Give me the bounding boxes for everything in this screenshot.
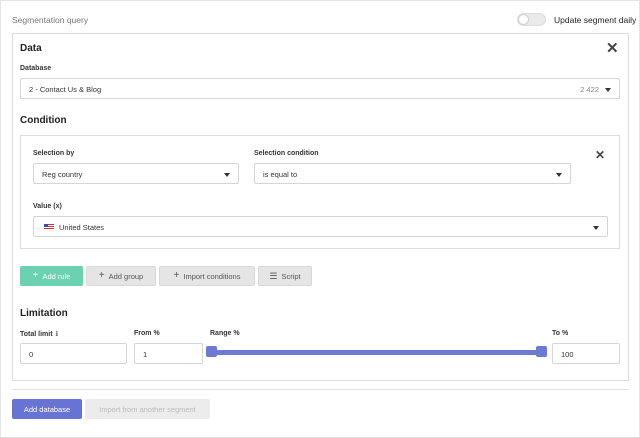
- from-percent-label: From %: [134, 330, 160, 337]
- chevron-down-icon: [224, 173, 230, 177]
- database-select[interactable]: 2 - Contact Us & Blog 2 422: [20, 78, 620, 99]
- plus-icon: +: [98, 270, 105, 281]
- add-group-label: Add group: [108, 271, 144, 281]
- remove-rule-icon[interactable]: ✕: [595, 149, 605, 161]
- add-rule-label: Add rule: [42, 271, 71, 281]
- toggle-knob: [518, 14, 529, 25]
- range-slider-from-handle[interactable]: [206, 346, 217, 357]
- chevron-down-icon: [593, 226, 599, 230]
- total-limit-value: 0: [29, 350, 34, 359]
- update-daily-label: Update segment daily: [554, 15, 637, 25]
- import-conditions-label: Import conditions: [183, 271, 241, 281]
- value-value: United States: [59, 223, 105, 232]
- add-rule-button[interactable]: + Add rule: [20, 266, 83, 286]
- import-conditions-button[interactable]: + Import conditions: [159, 266, 255, 286]
- selection-by-select[interactable]: Reg country: [33, 163, 239, 184]
- total-limit-label: Total limit ℹ: [20, 331, 59, 338]
- close-icon[interactable]: ✕: [606, 41, 619, 56]
- condition-rule-box: Selection by Reg country Selection condi…: [20, 135, 620, 249]
- from-percent-input[interactable]: 1: [134, 343, 203, 364]
- selection-condition-value: is equal to: [263, 170, 298, 179]
- script-button[interactable]: ☰ Script: [258, 266, 312, 286]
- add-database-button[interactable]: Add database: [12, 399, 82, 419]
- total-limit-input[interactable]: 0: [20, 343, 127, 364]
- us-flag-icon: [44, 224, 54, 230]
- query-panel: Data ✕ Database 2 - Contact Us & Blog 2 …: [12, 33, 629, 381]
- limitation-section-title: Limitation: [20, 308, 68, 319]
- update-daily-toggle[interactable]: [517, 13, 546, 26]
- info-icon[interactable]: ℹ: [56, 331, 59, 338]
- chevron-down-icon: [556, 173, 562, 177]
- data-section-title: Data: [20, 43, 42, 54]
- database-count: 2 422: [580, 85, 599, 94]
- import-segment-button[interactable]: Import from another segment: [85, 399, 210, 419]
- to-percent-label: To %: [552, 330, 569, 337]
- list-icon: ☰: [269, 270, 278, 281]
- script-label: Script: [281, 271, 301, 281]
- selection-by-value: Reg country: [42, 170, 83, 179]
- to-percent-value: 100: [561, 350, 574, 359]
- plus-icon: +: [173, 270, 180, 281]
- page-title: Segmentation query: [12, 15, 89, 25]
- selection-condition-label: Selection condition: [254, 150, 319, 157]
- database-label: Database: [20, 65, 52, 72]
- add-group-button[interactable]: + Add group: [86, 266, 156, 286]
- segmentation-query-card: Segmentation query Update segment daily …: [0, 0, 640, 438]
- to-percent-input[interactable]: 100: [552, 343, 620, 364]
- from-percent-value: 1: [143, 350, 148, 359]
- value-label: Value (x): [33, 203, 62, 210]
- plus-icon: +: [32, 270, 39, 281]
- selection-by-label: Selection by: [33, 150, 75, 157]
- database-value: 2 - Contact Us & Blog: [29, 85, 102, 94]
- range-percent-label: Range %: [210, 330, 240, 337]
- selection-condition-select[interactable]: is equal to: [254, 163, 571, 184]
- range-slider-track[interactable]: [209, 350, 544, 355]
- range-slider-to-handle[interactable]: [536, 346, 547, 357]
- value-select[interactable]: United States: [33, 216, 608, 237]
- chevron-down-icon: [605, 88, 611, 92]
- footer-divider: [12, 389, 629, 390]
- condition-section-title: Condition: [20, 115, 67, 126]
